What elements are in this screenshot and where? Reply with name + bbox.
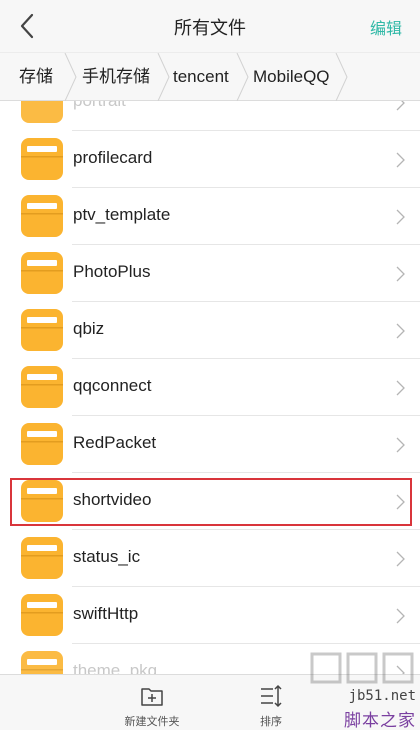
chevron-right-icon (396, 665, 405, 674)
new-folder-button[interactable]: 新建文件夹 (112, 675, 192, 730)
breadcrumb-separator-icon (335, 53, 348, 101)
chevron-right-icon (396, 494, 405, 510)
new-folder-label: 新建文件夹 (124, 716, 180, 728)
file-name: shortvideo (73, 490, 152, 509)
page-title: 所有文件 (174, 18, 246, 38)
file-name: theme_pkg (73, 661, 158, 674)
breadcrumb-item-storage[interactable]: 存储 (19, 53, 53, 101)
file-row[interactable]: qqconnect (0, 359, 420, 416)
folder-icon (21, 651, 63, 674)
chevron-right-icon (396, 437, 405, 453)
file-row[interactable]: shortvideo (0, 473, 420, 530)
breadcrumb-item-phone-storage[interactable]: 手机存储 (82, 53, 150, 101)
top-bar: 所有文件 编辑 (0, 0, 420, 52)
file-name: ptv_template (73, 205, 171, 224)
folder-icon (21, 138, 63, 180)
folder-icon (21, 423, 63, 465)
breadcrumb-separator-icon (157, 53, 170, 101)
breadcrumb: 存储 手机存储 tencent MobileQQ (0, 52, 420, 101)
file-list: portrait profilecard ptv_template PhotoPlus… (0, 101, 420, 674)
chevron-right-icon (396, 551, 405, 567)
breadcrumb-separator-icon (64, 53, 77, 101)
file-name: swiftHttp (73, 604, 139, 623)
folder-icon (21, 537, 63, 579)
chevron-right-icon (396, 380, 405, 396)
chevron-right-icon (396, 209, 405, 225)
chevron-right-icon (396, 608, 405, 624)
file-name: qbiz (73, 319, 105, 338)
folder-icon (21, 252, 63, 294)
file-name: portrait (73, 101, 126, 111)
file-name: qqconnect (73, 376, 152, 395)
file-row[interactable]: PhotoPlus (0, 245, 420, 302)
folder-icon (21, 366, 63, 408)
chevron-right-icon (396, 101, 405, 111)
chevron-right-icon (396, 266, 405, 282)
file-row[interactable]: qbiz (0, 302, 420, 359)
breadcrumb-separator-icon (236, 53, 249, 101)
edit-button[interactable]: 编辑 (370, 15, 402, 39)
breadcrumb-item-mobileqq[interactable]: MobileQQ (253, 53, 330, 101)
sort-icon (261, 684, 282, 708)
file-row[interactable]: profilecard (0, 131, 420, 188)
file-row[interactable]: status_ic (0, 530, 420, 587)
sort-label: 排序 (260, 716, 282, 728)
folder-icon (21, 594, 63, 636)
bottom-toolbar: 新建文件夹 排序 (0, 674, 420, 730)
file-row[interactable]: portrait (0, 101, 420, 131)
folder-icon (21, 195, 63, 237)
sort-button[interactable]: 排序 (236, 675, 306, 730)
folder-icon (21, 309, 63, 351)
file-name: status_ic (73, 547, 141, 566)
file-name: RedPacket (73, 433, 157, 452)
breadcrumb-item-tencent[interactable]: tencent (173, 53, 229, 101)
file-row[interactable]: swiftHttp (0, 587, 420, 644)
file-row[interactable]: RedPacket (0, 416, 420, 473)
folder-icon (21, 101, 63, 123)
file-name: profilecard (73, 148, 153, 167)
chevron-right-icon (396, 323, 405, 339)
new-folder-icon (141, 688, 163, 706)
chevron-right-icon (396, 152, 405, 168)
file-row[interactable]: ptv_template (0, 188, 420, 245)
file-name: PhotoPlus (73, 262, 151, 281)
file-row[interactable]: theme_pkg (0, 644, 420, 674)
folder-icon (21, 480, 63, 522)
